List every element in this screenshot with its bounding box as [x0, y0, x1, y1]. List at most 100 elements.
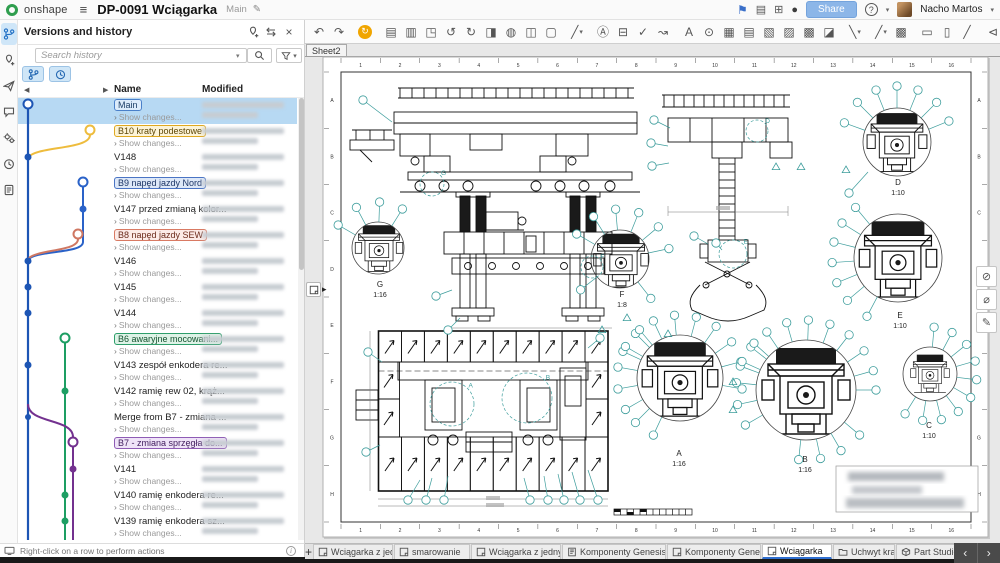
show-changes-link[interactable]: ›Show changes...	[114, 268, 182, 278]
insert-view-button[interactable]: ▤	[381, 22, 401, 42]
version-row[interactable]: B7 - zmiana sprzęgła do...›Show changes.…	[18, 436, 297, 462]
rail-release-management[interactable]	[1, 75, 17, 97]
zoom-previous-button[interactable]: ⊲	[983, 22, 1000, 42]
leader-note-button[interactable]: ↝	[653, 22, 673, 42]
show-changes-link[interactable]: ›Show changes...	[114, 112, 182, 122]
rail-comments[interactable]	[1, 101, 17, 123]
cut-list-table-button[interactable]: ◪	[819, 22, 839, 42]
tab-komponenty-genesis-[interactable]: Komponenty Genesis - ...	[667, 544, 761, 559]
version-row[interactable]: V141›Show changes...	[18, 462, 297, 488]
auxiliary-view-button[interactable]: ◫	[521, 22, 541, 42]
show-changes-link[interactable]: ›Show changes...	[114, 398, 182, 408]
version-row[interactable]: V146›Show changes...	[18, 254, 297, 280]
show-changes-link[interactable]: ›Show changes...	[114, 138, 182, 148]
centerline-button[interactable]: ╱▾	[567, 22, 587, 42]
sheet-tab[interactable]: Sheet2	[306, 44, 347, 56]
help-icon[interactable]: ?	[865, 3, 878, 16]
spreadsheet-icon[interactable]: ▤	[756, 3, 766, 16]
revision-table-button[interactable]: ▨	[779, 22, 799, 42]
version-row[interactable]: B9 napęd jazdy Nord›Show changes...	[18, 176, 297, 202]
bom-table-button[interactable]: ▤	[739, 22, 759, 42]
tabs-next-button[interactable]: ›	[978, 543, 1000, 563]
onshape-logo-icon[interactable]	[6, 4, 18, 16]
show-changes-link[interactable]: ›Show changes...	[114, 294, 182, 304]
show-changes-link[interactable]: ›Show changes...	[114, 502, 182, 512]
tab-uchwyt-kraty[interactable]: Uchwyt kraty	[833, 544, 895, 559]
status-dot-icon[interactable]: ●	[791, 4, 798, 16]
rename-icon[interactable]: ✎	[253, 4, 261, 15]
create-version-icon[interactable]	[244, 23, 262, 41]
version-row[interactable]: Main›Show changes...	[18, 98, 297, 124]
search-input[interactable]	[35, 48, 247, 63]
show-changes-link[interactable]: ›Show changes...	[114, 424, 182, 434]
hole-table-button[interactable]: ▧	[759, 22, 779, 42]
avatar[interactable]	[897, 2, 912, 17]
rail-activity[interactable]	[1, 153, 17, 175]
tab-smarowanie[interactable]: smarowanie	[394, 544, 470, 559]
user-caret-icon[interactable]: ▾	[990, 6, 994, 14]
mark-up-button[interactable]: ╱	[957, 22, 977, 42]
help-caret-icon[interactable]: ▾	[886, 6, 890, 14]
version-row[interactable]: V140 ramię enkodera re...›Show changes..…	[18, 488, 297, 514]
expand-compare-icon[interactable]	[262, 23, 280, 41]
note-button[interactable]: A	[679, 22, 699, 42]
rotate-view-right-button[interactable]: ↻	[461, 22, 481, 42]
version-row[interactable]: V144›Show changes...	[18, 306, 297, 332]
show-changes-link[interactable]: ›Show changes...	[114, 528, 182, 538]
expand-arrow-icon[interactable]: ▸	[322, 284, 327, 295]
show-changes-link[interactable]: ›Show changes...	[114, 164, 182, 174]
drawing-canvas[interactable]: Sheet2	[305, 44, 1000, 543]
rotate-view-left-button[interactable]: ↺	[441, 22, 461, 42]
callout-button[interactable]: Ⓐ	[593, 22, 613, 42]
panel-scrollbar[interactable]	[298, 98, 304, 540]
weld-table-button[interactable]: ▩	[799, 22, 819, 42]
version-row[interactable]: B6 awaryjne mocowani...›Show changes...	[18, 332, 297, 358]
hide-annotations-button[interactable]: ⌀	[976, 289, 997, 310]
expand-graph-icon[interactable]: ▶	[103, 86, 108, 94]
show-changes-link[interactable]: ›Show changes...	[114, 242, 182, 252]
apps-grid-icon[interactable]: ⊞	[774, 3, 783, 16]
show-changes-link[interactable]: ›Show changes...	[114, 476, 182, 486]
show-branches-toggle[interactable]	[22, 66, 44, 82]
share-button[interactable]: Share	[806, 1, 857, 18]
rail-document-properties[interactable]	[1, 179, 17, 201]
show-history-toggle[interactable]	[49, 66, 71, 82]
section-view-button[interactable]: ◨	[481, 22, 501, 42]
find-button[interactable]: ⊙	[699, 22, 719, 42]
close-panel-icon[interactable]: ×	[280, 23, 298, 41]
show-changes-link[interactable]: ›Show changes...	[114, 346, 182, 356]
version-row[interactable]: V142 ramię rew 02, krąż...›Show changes.…	[18, 384, 297, 410]
update-views-button[interactable]: ↻	[355, 22, 375, 42]
tab-komponenty-genesis-[interactable]: Komponenty Genesis - ...	[562, 544, 666, 559]
notifications-icon[interactable]: ⚑	[737, 3, 748, 17]
view-properties-button[interactable]: ▥	[401, 22, 421, 42]
version-row[interactable]: V147 przed zmianą kolor...›Show changes.…	[18, 202, 297, 228]
projected-view-button[interactable]: ◳	[421, 22, 441, 42]
collapse-graph-icon[interactable]: ◀	[24, 86, 29, 94]
version-row[interactable]: B10 kraty podestowe›Show changes...	[18, 124, 297, 150]
detail-view-button[interactable]: ◍	[501, 22, 521, 42]
search-button[interactable]	[247, 48, 272, 63]
user-name[interactable]: Nacho Martos	[920, 4, 982, 15]
version-row[interactable]: Merge from B7 - zmiana ...›Show changes.…	[18, 410, 297, 436]
tab-wciągarka-z-jednym-bę-[interactable]: Wciągarka z jednym bę...	[313, 544, 393, 559]
sketch-line-button[interactable]: ╱▾	[871, 22, 891, 42]
edit-view-button[interactable]: ✎	[976, 312, 997, 333]
hide-dimensions-button[interactable]: ⊘	[976, 266, 997, 287]
name-column-header[interactable]: Name	[114, 84, 141, 95]
redo-button[interactable]: ↷	[329, 22, 349, 42]
onshape-logo-text[interactable]: onshape	[24, 4, 68, 16]
crop-view-button[interactable]: ▢	[541, 22, 561, 42]
export-sheet-button[interactable]: ▭	[917, 22, 937, 42]
show-changes-link[interactable]: ›Show changes...	[114, 450, 182, 460]
version-row[interactable]: V139 ramię enkodera sz...›Show changes..…	[18, 514, 297, 540]
show-changes-link[interactable]: ›Show changes...	[114, 190, 182, 200]
inspection-dimension-button[interactable]: ✓	[633, 22, 653, 42]
filter-button[interactable]: ▾	[276, 48, 302, 63]
version-row[interactable]: V145›Show changes...	[18, 280, 297, 306]
add-tab-button[interactable]: +	[305, 544, 312, 559]
rail-integrations[interactable]	[1, 127, 17, 149]
search-caret-icon[interactable]: ▾	[236, 52, 240, 60]
drawing-sheet[interactable]: 1122334455667788991010111112121313141415…	[305, 56, 1000, 543]
dimension-button[interactable]: ⊟	[613, 22, 633, 42]
